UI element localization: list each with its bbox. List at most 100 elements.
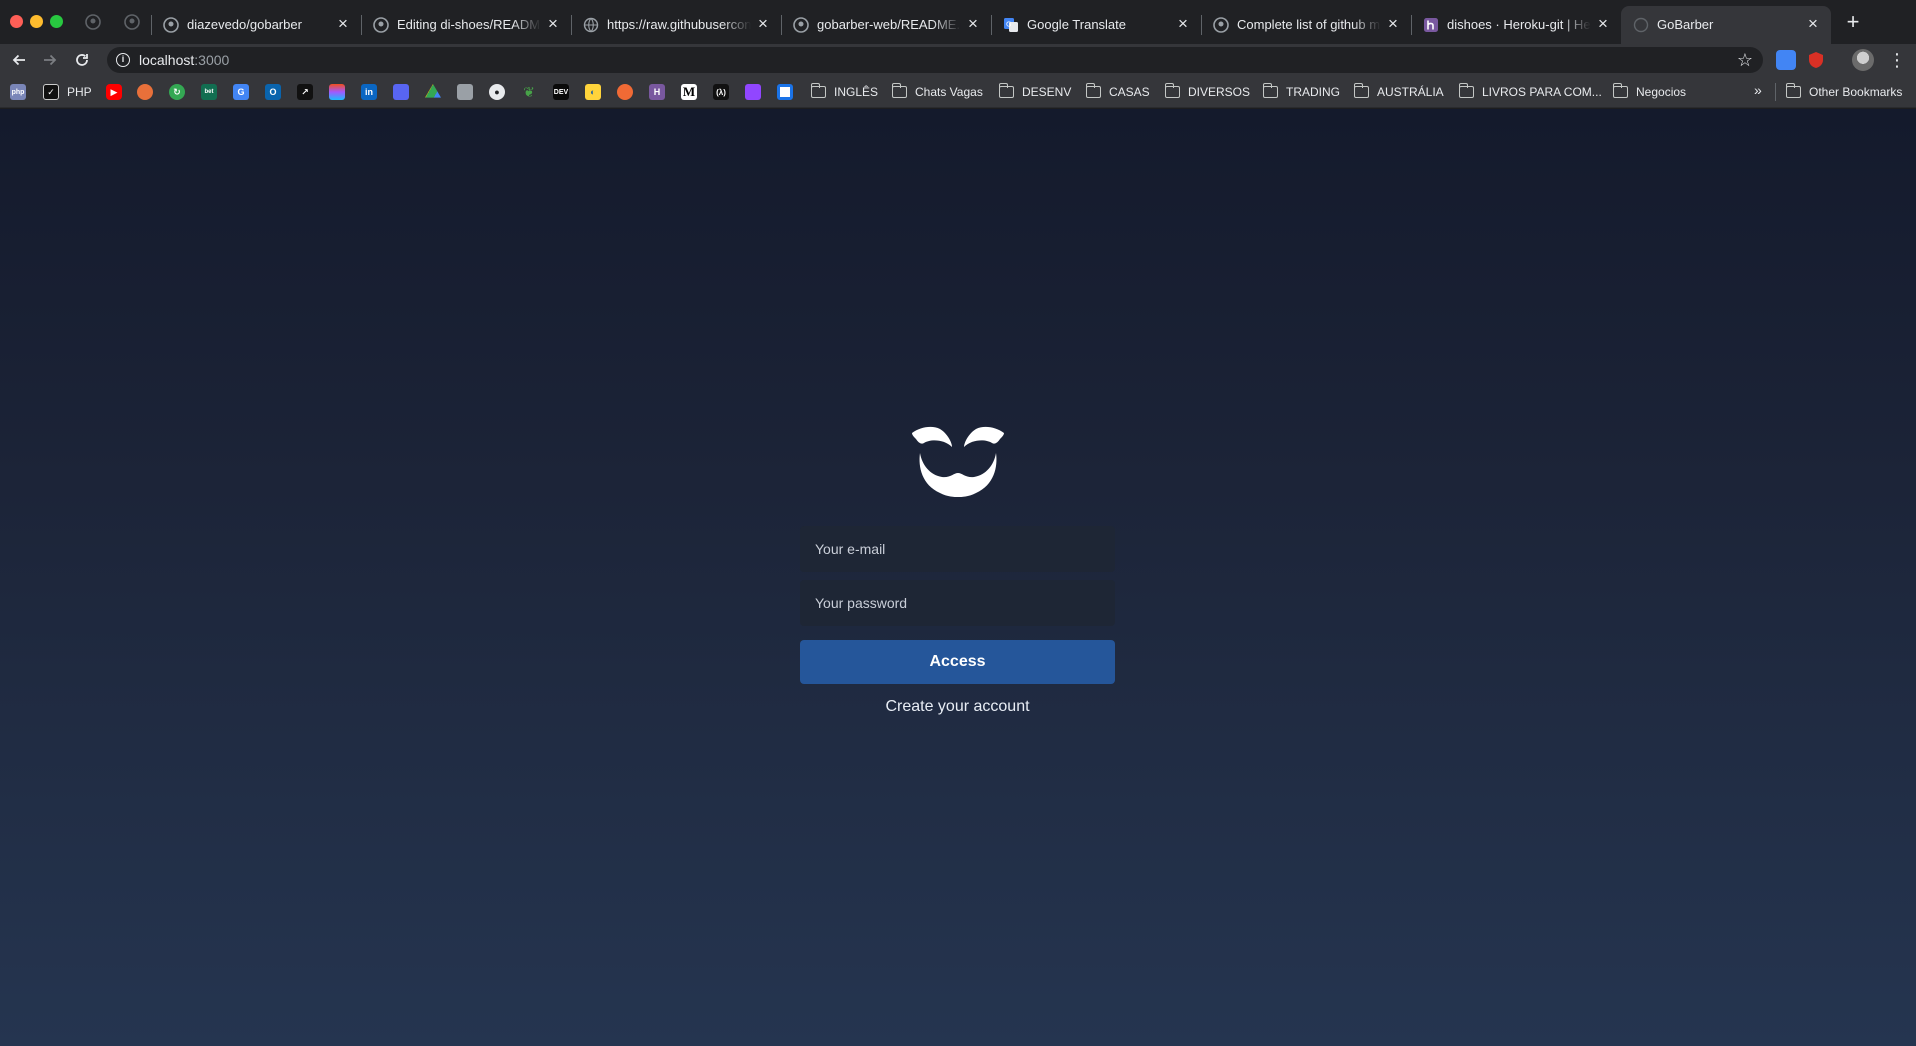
github-icon [1213,17,1229,33]
tab-gobarber[interactable]: GoBarber × [1621,6,1831,44]
folder-icon [1085,83,1101,98]
figma-icon[interactable] [329,84,345,100]
feather-icon[interactable] [137,84,153,100]
forward-button[interactable] [37,47,63,73]
password-field[interactable] [800,580,1115,626]
github-icon [124,14,140,30]
tab-diazevedo-gobarber[interactable]: diazevedo/gobarber × [151,6,361,44]
bet365-icon[interactable]: bet [201,84,217,100]
browser-toolbar: i localhost:3000 ☆ ⋮ [0,44,1916,76]
folder-icon [1353,83,1369,98]
address-port: :3000 [194,52,230,68]
mongodb-leaf-icon[interactable]: ❦ [521,84,537,100]
calendar-icon[interactable] [457,84,473,100]
close-icon[interactable]: × [1805,15,1821,32]
close-icon[interactable]: × [755,15,771,32]
heroku-icon[interactable]: H [649,84,665,100]
lambda-icon[interactable]: (λ) [713,84,729,100]
bookmark-folder-casas[interactable]: CASAS [1109,84,1150,100]
bookmark-folder-negocios[interactable]: Negocios [1636,84,1686,100]
window-zoom-control[interactable] [50,15,63,28]
github-icon[interactable]: ● [489,84,505,100]
gobarber-mustache-logo-icon [912,426,1004,497]
arrow-app-icon[interactable]: ↗ [297,84,313,100]
linkedin-icon[interactable]: in [361,84,377,100]
close-icon[interactable]: × [545,15,561,32]
back-arrow-icon [12,54,25,66]
tab-separator [361,15,362,35]
tab-title: Complete list of github markdown [1237,17,1381,32]
access-button[interactable]: Access [800,640,1115,684]
tab-editing-readme[interactable]: Editing di-shoes/README.md × [361,6,571,44]
bookmark-folder-ingles[interactable]: INGLÊS [834,84,878,100]
bookmark-folder-livros[interactable]: LIVROS PARA COM... [1482,84,1602,100]
bookmark-folder-trading[interactable]: TRADING [1286,84,1340,100]
gobarber-icon [1633,17,1649,33]
create-account-link[interactable]: Create your account [800,698,1115,716]
google-translate-icon[interactable]: G [233,84,249,100]
php-site-icon[interactable]: php [10,84,26,100]
folder-icon [1785,83,1801,98]
discord-icon[interactable] [393,84,409,100]
bookmark-php[interactable]: PHP [67,84,92,100]
tab-github-markdown-list[interactable]: Complete list of github markdown × [1201,6,1411,44]
close-icon[interactable]: × [335,15,351,32]
shield-extension-icon[interactable] [1806,50,1826,70]
new-tab-icon[interactable]: + [1841,10,1865,34]
youtube-icon[interactable]: ▶ [106,84,122,100]
basketball-icon[interactable] [617,84,633,100]
dev-to-icon[interactable]: DEV [553,84,569,100]
bookmark-star-icon[interactable]: ☆ [1737,50,1753,70]
tab-title: dishoes · Heroku-git | Heroku [1447,17,1591,32]
bookmarks-divider [1775,83,1776,101]
site-info-icon[interactable]: i [116,53,130,67]
python-icon[interactable]: ◐ [585,84,601,100]
tab-title: diazevedo/gobarber [187,17,302,32]
checkbox-icon[interactable]: ✓ [43,84,59,100]
close-icon[interactable]: × [1175,15,1191,32]
bookmark-folder-desenv[interactable]: DESENV [1022,84,1071,100]
folder-icon [1612,83,1628,98]
window-minimize-control[interactable] [30,15,43,28]
tab-gobarber-web-readme[interactable]: gobarber-web/README.md × [781,6,991,44]
google-drive-icon[interactable] [425,84,441,98]
tab-title: https://raw.githubusercontent.com [607,17,751,32]
globe-icon [583,17,599,33]
avatar[interactable] [1852,49,1874,71]
bookmark-folder-diversos[interactable]: DIVERSOS [1188,84,1250,100]
menu-icon[interactable]: ⋮ [1888,50,1906,70]
address-url[interactable]: localhost:3000 [139,52,229,68]
back-button[interactable] [6,47,32,73]
email-field[interactable] [800,526,1115,572]
tab-google-translate[interactable]: G Google Translate × [991,6,1201,44]
tab-raw-githubusercontent[interactable]: https://raw.githubusercontent.com × [571,6,781,44]
more-bookmarks-chevron-icon[interactable]: » [1754,82,1762,98]
google-translate-icon: G [1003,17,1019,33]
tab-separator [151,15,152,35]
bookmark-folder-chats-vagas[interactable]: Chats Vagas [915,84,983,100]
tab-separator [1201,15,1202,35]
folder-icon [810,83,826,98]
outlook-icon[interactable]: O [265,84,281,100]
github-icon [373,17,389,33]
close-icon[interactable]: × [1385,15,1401,32]
reload-button[interactable] [69,47,95,73]
close-icon[interactable]: × [1595,15,1611,32]
pinned-tab-github[interactable] [85,14,101,30]
bookmark-folder-australia[interactable]: AUSTRÁLIA [1377,84,1444,100]
tab-heroku-git[interactable]: dishoes · Heroku-git | Heroku × [1411,6,1621,44]
medium-icon[interactable]: M [681,84,697,100]
tab-separator [571,15,572,35]
close-icon[interactable]: × [965,15,981,32]
pinned-tab-github[interactable] [124,14,140,30]
screen-icon[interactable] [777,84,793,100]
google-translate-extension-icon[interactable] [1776,50,1796,70]
heroku-icon [1423,17,1439,33]
tab-title: Editing di-shoes/README.md [397,17,541,32]
twitch-icon[interactable] [745,84,761,100]
window-close-control[interactable] [10,15,23,28]
bookmark-other-bookmarks[interactable]: Other Bookmarks [1809,84,1902,100]
address-bar[interactable]: i localhost:3000 ☆ [107,47,1763,73]
refresh-green-icon[interactable]: ↻ [169,84,185,100]
folder-icon [1458,83,1474,98]
